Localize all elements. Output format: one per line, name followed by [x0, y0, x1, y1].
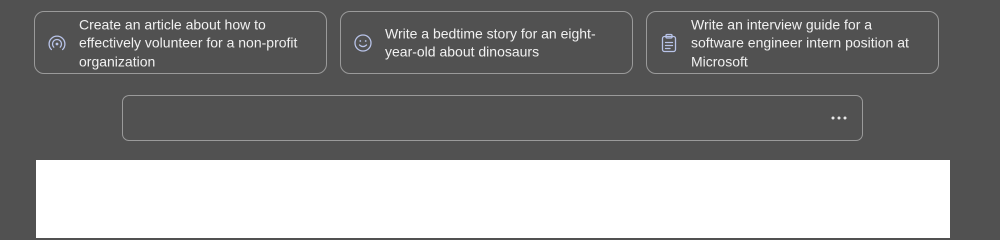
more-horizontal-icon[interactable] — [828, 111, 850, 125]
suggestion-card-bedtime-story[interactable]: Write a bedtime story for an eight-year-… — [340, 11, 633, 74]
suggestion-text: Write a bedtime story for an eight-year-… — [385, 25, 596, 60]
suggestion-card-interview-guide[interactable]: Write an interview guide for a software … — [646, 11, 939, 74]
suggestion-card-volunteer-article[interactable]: Create an article about how to effective… — [34, 11, 327, 74]
podcast-icon — [47, 33, 67, 53]
smile-icon — [353, 33, 373, 53]
clipboard-icon — [659, 33, 679, 53]
page: Create an article about how to effective… — [0, 0, 1000, 238]
suggestion-text: Create an article about how to effective… — [79, 15, 298, 69]
chat-input-box[interactable] — [122, 95, 863, 141]
suggestion-text: Write an interview guide for a software … — [691, 15, 909, 69]
content-panel — [36, 160, 950, 238]
